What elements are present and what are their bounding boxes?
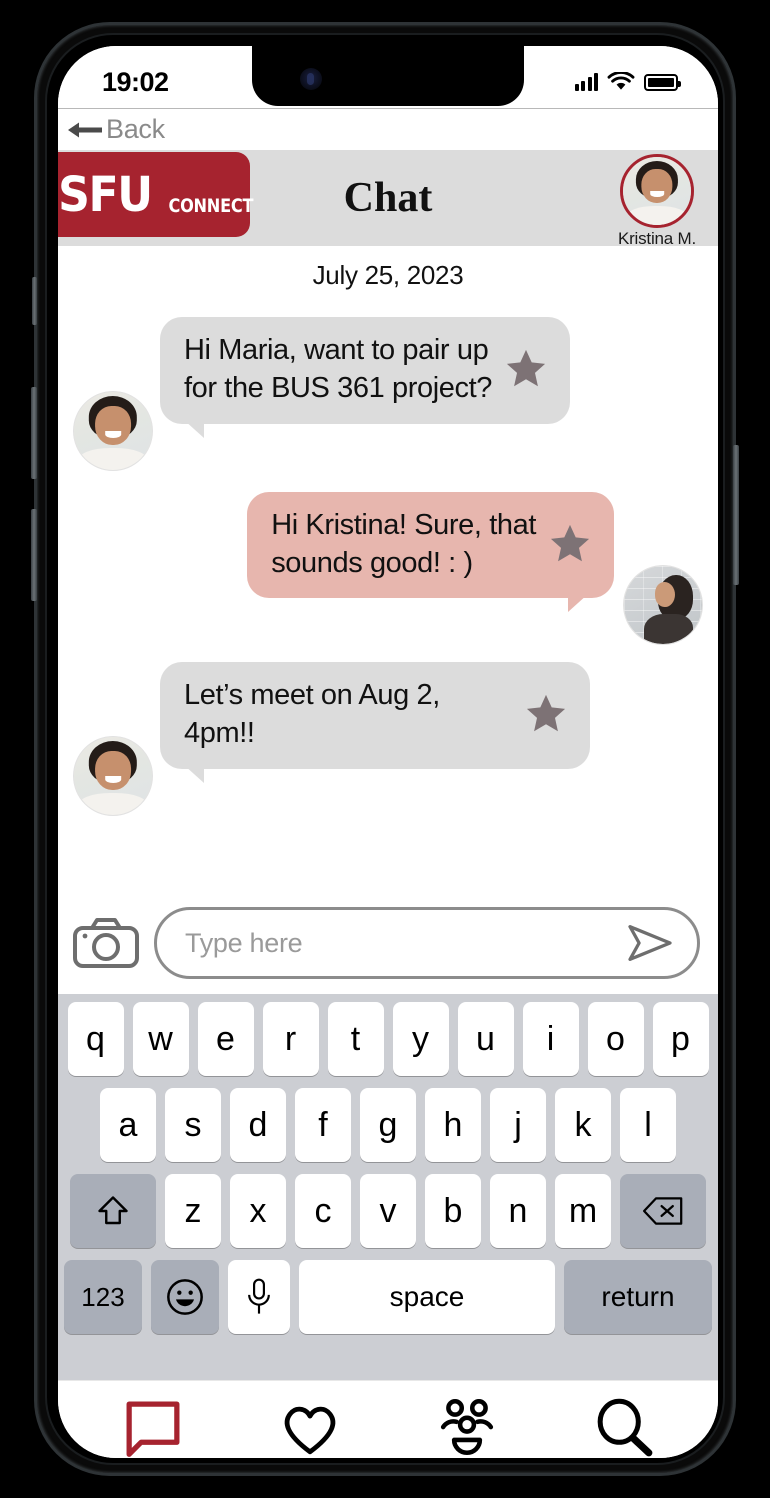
- key-b[interactable]: b: [425, 1174, 481, 1248]
- silence-switch[interactable]: [32, 277, 37, 325]
- header-user[interactable]: Kristina M.: [606, 154, 708, 249]
- key-k[interactable]: k: [555, 1088, 611, 1162]
- backspace-icon: [642, 1197, 683, 1225]
- key-p[interactable]: p: [652, 1002, 709, 1076]
- notch: [252, 46, 524, 106]
- volume-up-button[interactable]: [31, 387, 37, 479]
- people-group-icon: [436, 1395, 498, 1458]
- key-z[interactable]: z: [165, 1174, 221, 1248]
- chat-message-text: Hi Kristina! Sure, that sounds good! : ): [271, 508, 536, 579]
- front-camera-icon: [300, 68, 322, 90]
- nav-item-chat[interactable]: Chat: [78, 1395, 228, 1458]
- chat-message-text: Hi Maria, want to pair up for the BUS 36…: [184, 334, 492, 405]
- key-o[interactable]: o: [587, 1002, 644, 1076]
- camera-icon[interactable]: [72, 917, 140, 969]
- return-key[interactable]: return: [564, 1260, 712, 1334]
- avatar[interactable]: [74, 391, 152, 470]
- key-s[interactable]: s: [165, 1088, 221, 1162]
- key-q[interactable]: q: [67, 1002, 124, 1076]
- emoji-smiley-icon: [167, 1279, 203, 1315]
- dictation-key[interactable]: [228, 1260, 290, 1334]
- battery-full-icon: [644, 73, 681, 91]
- key-t[interactable]: t: [327, 1002, 384, 1076]
- key-h[interactable]: h: [425, 1088, 481, 1162]
- key-y[interactable]: y: [392, 1002, 449, 1076]
- on-screen-keyboard: q w e r t y u i o p a s d f g h j k l z …: [58, 994, 718, 1366]
- key-a[interactable]: a: [100, 1088, 156, 1162]
- status-icons: [574, 72, 681, 92]
- key-f[interactable]: f: [295, 1088, 351, 1162]
- app-header: SFU CONNECT Chat Kristina M.: [58, 150, 718, 249]
- key-e[interactable]: e: [197, 1002, 254, 1076]
- power-button[interactable]: [733, 445, 739, 585]
- chat-bubble[interactable]: Let’s meet on Aug 2, 4pm!!: [160, 662, 590, 783]
- key-m[interactable]: m: [555, 1174, 611, 1248]
- chat-bubble[interactable]: Hi Kristina! Sure, that sounds good! : ): [247, 491, 614, 612]
- message-input-bar: Type here: [58, 892, 718, 994]
- nav-item-for-you[interactable]: For you: [235, 1395, 385, 1458]
- phone-screen: 19:02 Back SFU CONNECT Chat Kristina M. …: [58, 46, 718, 1458]
- keyboard-row-3: z x c v b n m: [63, 1174, 713, 1248]
- keyboard-row-2: a s d f g h j k l: [63, 1088, 713, 1162]
- backspace-key[interactable]: [620, 1174, 706, 1248]
- shift-arrow-icon: [98, 1196, 128, 1225]
- wifi-icon: [607, 72, 635, 90]
- back-bar[interactable]: Back: [58, 108, 718, 150]
- key-n[interactable]: n: [490, 1174, 546, 1248]
- nav-item-discover[interactable]: Discover: [549, 1395, 699, 1458]
- volume-down-button[interactable]: [31, 509, 37, 601]
- key-u[interactable]: u: [457, 1002, 514, 1076]
- avatar[interactable]: [624, 566, 702, 645]
- key-j[interactable]: j: [490, 1088, 546, 1162]
- avatar[interactable]: [74, 736, 152, 815]
- star-icon[interactable]: [524, 692, 568, 736]
- send-arrow-icon[interactable]: [625, 923, 675, 963]
- emoji-key[interactable]: [151, 1260, 219, 1334]
- key-l[interactable]: l: [620, 1088, 676, 1162]
- key-w[interactable]: w: [132, 1002, 189, 1076]
- cellular-signal-icon: [574, 73, 598, 91]
- chat-message-list: July 25, 2023 Hi Maria, want to pair up …: [58, 246, 718, 892]
- star-icon[interactable]: [504, 347, 548, 391]
- chat-bubble-icon: [122, 1395, 184, 1458]
- chat-bubble[interactable]: Hi Maria, want to pair up for the BUS 36…: [160, 317, 570, 438]
- chat-message-row: Hi Kristina! Sure, that sounds good! : ): [58, 491, 718, 645]
- chat-message-row: Let’s meet on Aug 2, 4pm!!: [58, 662, 718, 815]
- key-x[interactable]: x: [230, 1174, 286, 1248]
- key-c[interactable]: c: [295, 1174, 351, 1248]
- search-icon: [593, 1395, 655, 1458]
- chat-message-text: Let’s meet on Aug 2, 4pm!!: [184, 679, 440, 750]
- status-time: 19:02: [102, 66, 169, 97]
- message-input-placeholder: Type here: [185, 927, 303, 958]
- key-d[interactable]: d: [230, 1088, 286, 1162]
- keyboard-row-4: 123 space return: [63, 1260, 713, 1334]
- chat-date-separator: July 25, 2023: [312, 260, 464, 290]
- heart-icon: [279, 1395, 341, 1458]
- space-key[interactable]: space: [299, 1260, 555, 1334]
- key-r[interactable]: r: [262, 1002, 319, 1076]
- keyboard-row-1: q w e r t y u i o p: [63, 1002, 713, 1076]
- avatar[interactable]: [620, 154, 694, 228]
- microphone-icon: [248, 1278, 270, 1314]
- chat-message-row: Hi Maria, want to pair up for the BUS 36…: [58, 317, 718, 470]
- key-v[interactable]: v: [360, 1174, 416, 1248]
- numbers-key[interactable]: 123: [64, 1260, 142, 1334]
- star-icon[interactable]: [548, 522, 592, 566]
- search-input[interactable]: Type here: [154, 907, 700, 979]
- key-i[interactable]: i: [522, 1002, 579, 1076]
- keyboard-bottom-strip: [58, 1366, 718, 1380]
- bottom-navigation-bar: Chat For you: [58, 1380, 718, 1458]
- key-g[interactable]: g: [360, 1088, 416, 1162]
- shift-key[interactable]: [70, 1174, 156, 1248]
- back-label[interactable]: Back: [106, 114, 165, 145]
- back-arrow-icon[interactable]: [66, 119, 104, 141]
- nav-item-mentor[interactable]: Mentor: [392, 1395, 542, 1458]
- phone-frame: 19:02 Back SFU CONNECT Chat Kristina M. …: [31, 22, 739, 1476]
